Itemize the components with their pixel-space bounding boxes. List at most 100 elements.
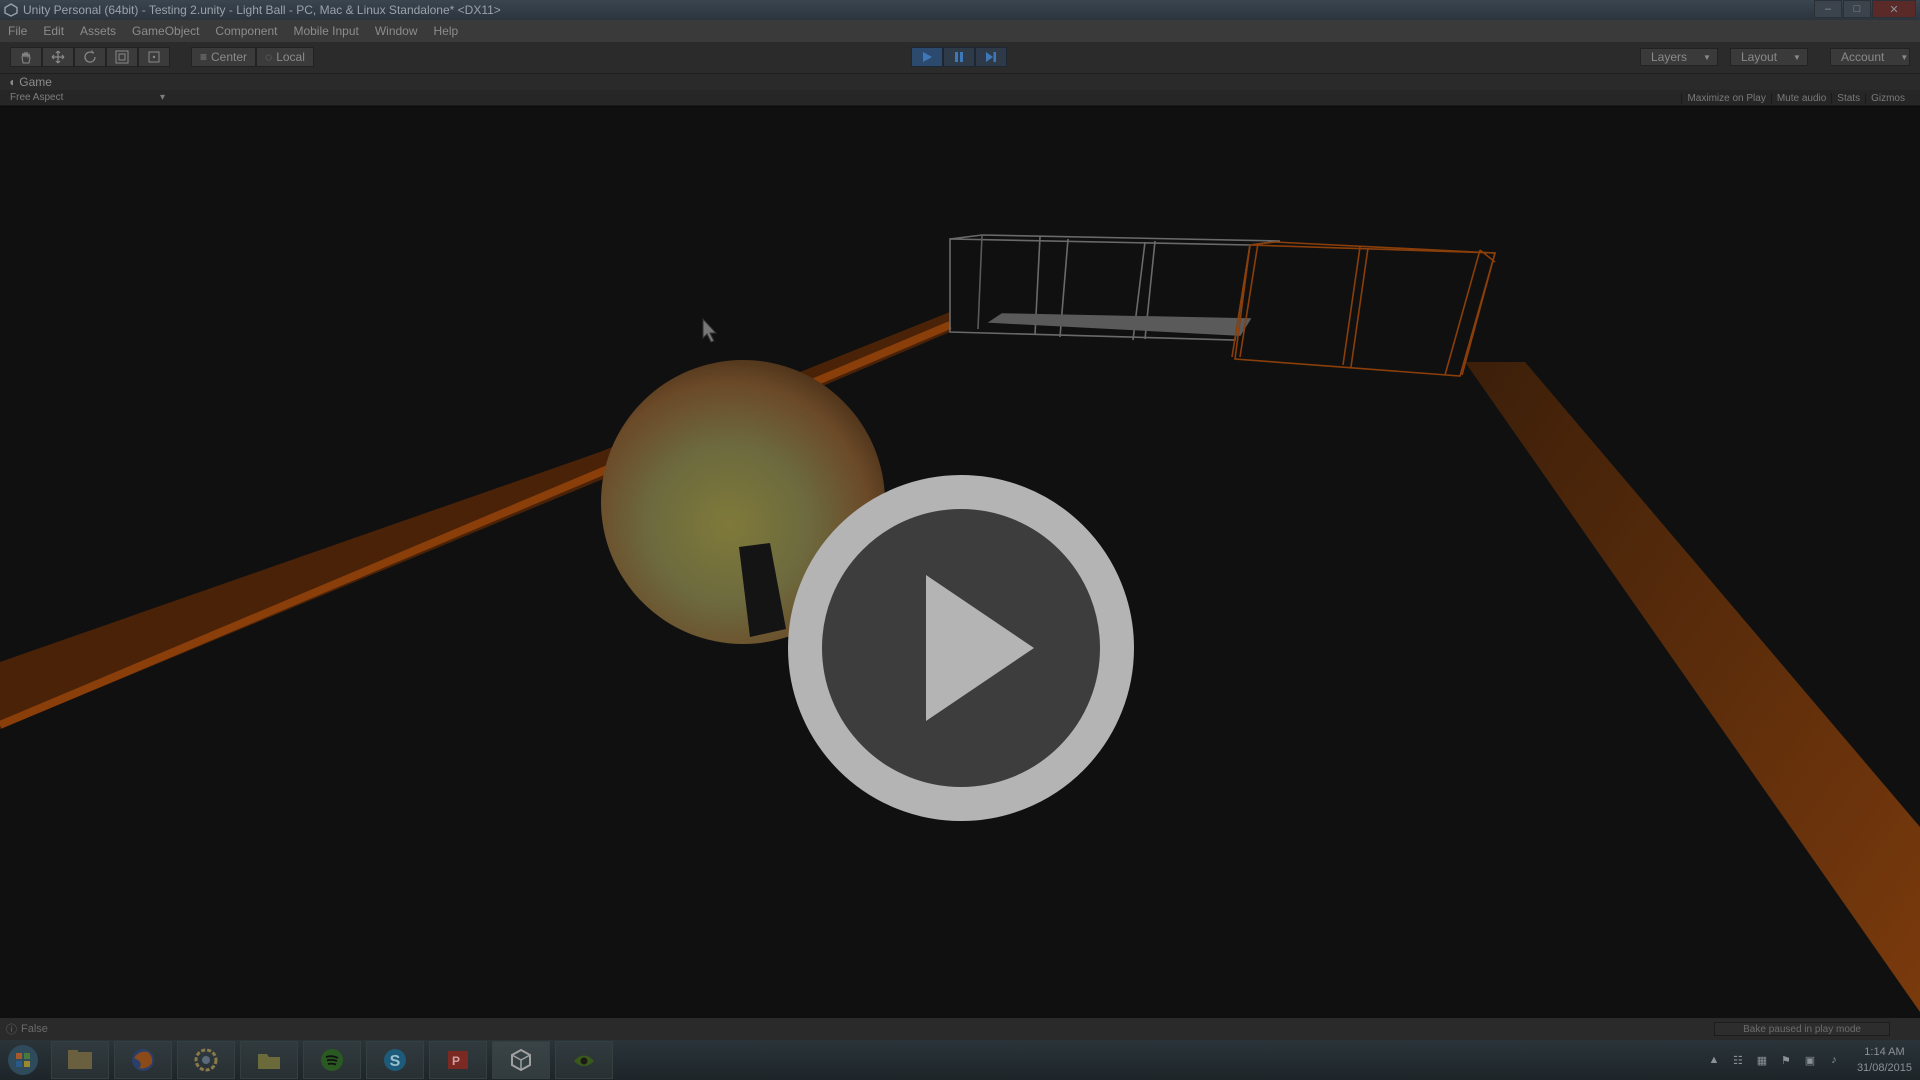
hand-icon bbox=[21, 51, 31, 64]
folder-icon bbox=[258, 1054, 280, 1069]
move-icon bbox=[51, 50, 65, 64]
window-title: Unity Personal (64bit) - Testing 2.unity… bbox=[23, 3, 501, 17]
rotate-tool-button[interactable] bbox=[74, 47, 106, 67]
maximize-on-play-toggle[interactable]: Maximize on Play bbox=[1681, 92, 1770, 104]
taskbar-powerpoint[interactable]: P bbox=[429, 1041, 487, 1079]
game-tab-bar: ◖ Game bbox=[0, 74, 1920, 90]
settings-icon bbox=[194, 1048, 218, 1072]
chevron-down-icon: ▾ bbox=[159, 92, 165, 103]
taskbar-folder[interactable] bbox=[240, 1041, 298, 1079]
status-bar: ⓘ False Bake paused in play mode bbox=[0, 1018, 1920, 1040]
hand-tool-button[interactable] bbox=[10, 47, 42, 67]
spotify-icon bbox=[321, 1049, 343, 1071]
menu-help[interactable]: Help bbox=[426, 24, 467, 38]
stats-toggle[interactable]: Stats bbox=[1831, 92, 1865, 104]
windows-logo-icon bbox=[8, 1045, 38, 1075]
taskbar-settings[interactable] bbox=[177, 1041, 235, 1079]
game-controller-icon: ◖ bbox=[8, 75, 16, 89]
console-message-text: False bbox=[21, 1023, 48, 1035]
right-wall bbox=[1465, 362, 1920, 1012]
pivot-center-button[interactable]: ≡ Center bbox=[191, 47, 257, 67]
close-button[interactable]: ✕ bbox=[1872, 0, 1916, 18]
skype-icon: S bbox=[384, 1049, 406, 1071]
rotate-icon bbox=[84, 50, 96, 63]
layers-label: Layers bbox=[1651, 50, 1688, 64]
game-view-toolbar: Free Aspect ▾ Maximize on Play Mute audi… bbox=[0, 90, 1920, 106]
space-label: Local bbox=[276, 50, 305, 64]
taskbar-skype[interactable]: S bbox=[366, 1041, 424, 1079]
taskbar: S P ▲ ☷ ▦ ⚑ ▣ ♪ 1:14 AM 31/08/2015 bbox=[0, 1040, 1920, 1080]
menu-edit[interactable]: Edit bbox=[35, 24, 72, 38]
layout-label: Layout bbox=[1741, 50, 1778, 64]
taskbar-unity[interactable] bbox=[492, 1041, 550, 1079]
file-explorer-icon bbox=[68, 1050, 92, 1069]
mute-audio-toggle[interactable]: Mute audio bbox=[1770, 92, 1831, 104]
global-icon: ◌ bbox=[265, 50, 273, 64]
menu-gameobject[interactable]: GameObject bbox=[124, 24, 207, 38]
menu-mobile-input[interactable]: Mobile Input bbox=[285, 24, 366, 38]
menu-file[interactable]: File bbox=[0, 24, 35, 38]
chevron-down-icon: ▼ bbox=[1900, 52, 1909, 62]
play-icon bbox=[923, 52, 932, 62]
pause-icon bbox=[955, 52, 963, 62]
start-button[interactable] bbox=[0, 1040, 46, 1080]
taskbar-file-explorer[interactable] bbox=[51, 1041, 109, 1079]
unity-icon bbox=[511, 1048, 531, 1072]
info-icon: ⓘ bbox=[6, 1024, 17, 1036]
clock[interactable]: 1:14 AM 31/08/2015 bbox=[1857, 1044, 1912, 1076]
windows-flag-icon[interactable]: ▦ bbox=[1755, 1053, 1769, 1067]
nvidia-icon bbox=[574, 1055, 594, 1066]
account-dropdown[interactable]: Account ▼ bbox=[1830, 48, 1910, 66]
aspect-dropdown[interactable]: Free Aspect ▾ bbox=[10, 92, 165, 103]
step-button[interactable] bbox=[975, 47, 1007, 67]
powerpoint-icon: P bbox=[448, 1051, 468, 1069]
mouse-cursor bbox=[702, 317, 718, 343]
scale-icon bbox=[115, 50, 129, 64]
move-tool-button[interactable] bbox=[42, 47, 74, 67]
menu-component[interactable]: Component bbox=[207, 24, 285, 38]
menu-assets[interactable]: Assets bbox=[72, 24, 124, 38]
tab-game[interactable]: ◖ Game bbox=[0, 75, 52, 89]
pivot-local-button[interactable]: ◌ Local bbox=[256, 47, 314, 67]
display-icon[interactable]: ▣ bbox=[1803, 1053, 1817, 1067]
aspect-label: Free Aspect bbox=[10, 92, 64, 103]
network-icon[interactable]: ☷ bbox=[1731, 1053, 1745, 1067]
layers-dropdown[interactable]: Layers ▼ bbox=[1640, 48, 1718, 66]
taskbar-firefox[interactable] bbox=[114, 1041, 172, 1079]
taskbar-nvidia[interactable] bbox=[555, 1041, 613, 1079]
menu-window[interactable]: Window bbox=[367, 24, 426, 38]
chevron-down-icon: ▼ bbox=[1793, 52, 1801, 62]
scale-tool-button[interactable] bbox=[106, 47, 138, 67]
layout-dropdown[interactable]: Layout ▼ bbox=[1730, 48, 1808, 66]
menu-bar: File Edit Assets GameObject Component Mo… bbox=[0, 20, 1920, 42]
console-message[interactable]: ⓘ False bbox=[0, 1021, 48, 1037]
action-center-flag-icon[interactable]: ⚑ bbox=[1779, 1053, 1793, 1067]
minimize-button[interactable]: – bbox=[1814, 0, 1842, 18]
taskbar-spotify[interactable] bbox=[303, 1041, 361, 1079]
unity-icon bbox=[4, 3, 18, 17]
game-viewport[interactable] bbox=[0, 107, 1920, 1018]
step-icon bbox=[986, 52, 996, 62]
svg-text:P: P bbox=[452, 1054, 460, 1068]
volume-icon[interactable]: ♪ bbox=[1827, 1053, 1841, 1067]
video-play-icon[interactable] bbox=[788, 475, 1134, 821]
chevron-down-icon: ▼ bbox=[1703, 52, 1711, 62]
bake-status: Bake paused in play mode bbox=[1714, 1022, 1890, 1036]
window-title-bar: Unity Personal (64bit) - Testing 2.unity… bbox=[0, 0, 1920, 20]
main-toolbar: ≡ Center ◌ Local Layers ▼ Layout ▼ Accou… bbox=[0, 42, 1920, 74]
rect-icon bbox=[148, 51, 160, 63]
game-tab-label: Game bbox=[19, 75, 52, 89]
rect-tool-button[interactable] bbox=[138, 47, 170, 67]
svg-text:S: S bbox=[390, 1053, 401, 1070]
maximize-button[interactable]: □ bbox=[1843, 0, 1871, 18]
pivot-icon: ≡ bbox=[200, 50, 208, 64]
gizmos-dropdown[interactable]: Gizmos bbox=[1865, 92, 1910, 104]
system-tray: ▲ ☷ ▦ ⚑ ▣ ♪ 1:14 AM 31/08/2015 bbox=[1707, 1040, 1912, 1080]
wire-boxes bbox=[949, 234, 1497, 377]
pause-button[interactable] bbox=[943, 47, 975, 67]
show-hidden-icons-icon[interactable]: ▲ bbox=[1707, 1053, 1721, 1067]
play-button[interactable] bbox=[911, 47, 943, 67]
account-label: Account bbox=[1841, 50, 1885, 64]
pivot-label: Center bbox=[211, 50, 248, 64]
firefox-icon bbox=[132, 1049, 154, 1071]
